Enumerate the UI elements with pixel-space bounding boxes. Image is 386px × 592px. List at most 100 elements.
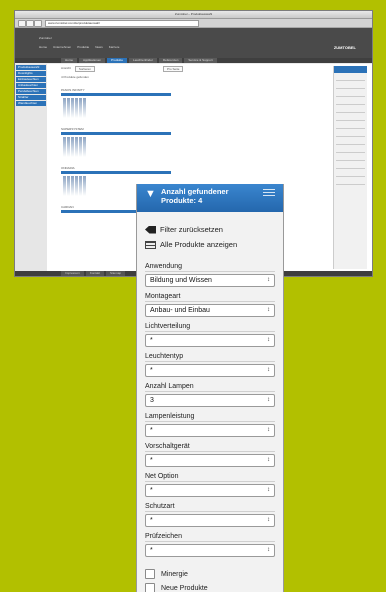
browser-toolbar: www.zumtobel.com/de/produktauswahl	[15, 19, 372, 28]
back-button[interactable]	[18, 20, 26, 27]
left-nav-item[interactable]: Downlights	[16, 71, 46, 76]
small-filter-row[interactable]	[336, 124, 365, 129]
header-nav-item[interactable]: Produkte	[77, 45, 89, 49]
checkbox-box[interactable]	[145, 569, 155, 579]
filter-select-schutzart[interactable]: * ↕	[145, 514, 275, 527]
filter-select-vorschaltgeraet[interactable]: * ↕	[145, 454, 275, 467]
footer-link[interactable]: Sitemap	[106, 271, 126, 276]
per-page-select[interactable]: Pro Seite	[163, 66, 184, 72]
main-nav: Home Applikationen Produkte Leuchtenfind…	[15, 58, 372, 63]
collapse-icon[interactable]	[263, 189, 275, 197]
left-nav-item[interactable]: Strahler	[16, 95, 46, 100]
small-filter-row[interactable]	[336, 132, 365, 137]
left-nav-item[interactable]: Anbauleuchten	[16, 83, 46, 88]
filter-select-lichtverteilung[interactable]: * ↕	[145, 334, 275, 347]
product-bar	[61, 93, 171, 96]
updown-arrow-icon: ↕	[267, 367, 270, 373]
filter-value: Anbau- und Einbau	[150, 307, 210, 314]
updown-arrow-icon: ↕	[267, 307, 270, 313]
header-nav-item[interactable]: Karriere	[109, 45, 120, 49]
list-controls: Ansicht Sortieren Pro Seite	[61, 66, 316, 72]
left-nav-item[interactable]: Produktauswahl	[16, 65, 46, 70]
view-label: Ansicht	[61, 66, 71, 70]
filter-select-lampenleistung[interactable]: * ↕	[145, 424, 275, 437]
filter-leuchtentyp: Leuchtentyp * ↕	[145, 352, 275, 377]
filter-value: *	[150, 457, 153, 464]
small-filter-row[interactable]	[336, 172, 365, 177]
product-name[interactable]: ONDARIA	[61, 166, 316, 170]
address-bar[interactable]: www.zumtobel.com/de/produktauswahl	[45, 20, 199, 27]
filter-value: *	[150, 427, 153, 434]
filter-schutzart: Schutzart * ↕	[145, 502, 275, 527]
left-nav-item[interactable]: Wandleuchten	[16, 101, 46, 106]
small-filter-row[interactable]	[336, 108, 365, 113]
window-title: Zumtobel – Produktauswahl	[174, 12, 213, 16]
filter-select-montageart[interactable]: Anbau- und Einbau ↕	[145, 304, 275, 317]
filter-value: *	[150, 547, 153, 554]
product-item[interactable]: SUPERSYSTEM	[61, 127, 316, 157]
header-nav-item[interactable]: Home	[39, 45, 47, 49]
show-all-products-button[interactable]: Alle Produkte anzeigen	[145, 237, 275, 252]
sort-select[interactable]: Sortieren	[74, 66, 96, 72]
small-filter-row[interactable]	[336, 76, 365, 81]
filter-select-net-option[interactable]: * ↕	[145, 484, 275, 497]
small-filter-row[interactable]	[336, 92, 365, 97]
filter-select-pruefzeichen[interactable]: * ↕	[145, 544, 275, 557]
filter-value: *	[150, 487, 153, 494]
left-nav-item[interactable]: Pendelleuchten	[16, 89, 46, 94]
main-nav-item[interactable]: Referenzen	[158, 58, 183, 63]
product-name[interactable]: SUPERSYSTEM	[61, 127, 316, 131]
main-nav-item-active[interactable]: Produkte	[107, 58, 128, 63]
header-nav-item[interactable]: News	[95, 45, 103, 49]
filter-montageart: Montageart Anbau- und Einbau ↕	[145, 292, 275, 317]
reload-button[interactable]	[34, 20, 42, 27]
product-bar	[61, 171, 171, 174]
filter-pruefzeichen: Prüfzeichen * ↕	[145, 532, 275, 557]
small-filter-row[interactable]	[336, 116, 365, 121]
filter-lampenleistung: Lampenleistung * ↕	[145, 412, 275, 437]
filter-label: Lampenleistung	[145, 412, 275, 422]
list-icon	[145, 240, 156, 249]
small-filter-row[interactable]	[336, 100, 365, 105]
reset-icon	[145, 225, 156, 234]
show-all-label: Alle Produkte anzeigen	[160, 240, 238, 249]
forward-button[interactable]	[26, 20, 34, 27]
brand-logo[interactable]: ZUMTOBEL	[334, 45, 356, 50]
filter-checkboxes: Minergie Neue Produkte	[137, 557, 283, 592]
product-image[interactable]	[63, 98, 316, 118]
checkbox-minergie[interactable]: Minergie	[145, 567, 275, 581]
product-image[interactable]	[63, 137, 316, 157]
small-filter-row[interactable]	[336, 140, 365, 145]
result-hint: 4 Produkte gefunden	[61, 75, 89, 79]
main-nav-item[interactable]: Service & Support	[184, 58, 217, 63]
filter-value: 3	[150, 397, 154, 404]
product-item[interactable]: PANOS INFINITY	[61, 88, 316, 118]
filter-anwendung: Anwendung Bildung und Wissen ↕	[145, 262, 275, 287]
small-filter-row[interactable]	[336, 156, 365, 161]
main-nav-item[interactable]: Home	[61, 58, 78, 63]
updown-arrow-icon: ↕	[267, 397, 270, 403]
filter-select-leuchtentyp[interactable]: * ↕	[145, 364, 275, 377]
main-nav-item[interactable]: Leuchtenfinder	[129, 58, 157, 63]
product-name[interactable]: PANOS INFINITY	[61, 88, 316, 92]
main-nav-item[interactable]: Applikationen	[79, 58, 106, 63]
filter-select-anzahl-lampen[interactable]: 3 ↕	[145, 394, 275, 407]
small-filter-panel	[333, 66, 367, 269]
left-nav-item[interactable]: Einbauleuchten	[16, 77, 46, 82]
footer-link[interactable]: Impressum	[61, 271, 84, 276]
footer-link[interactable]: Kontakt	[85, 271, 105, 276]
small-filter-row[interactable]	[336, 180, 365, 185]
small-filter-row[interactable]	[336, 84, 365, 89]
small-filter-row[interactable]	[336, 148, 365, 153]
filter-value: Bildung und Wissen	[150, 277, 212, 284]
filter-label: Lichtverteilung	[145, 322, 275, 332]
filter-select-anwendung[interactable]: Bildung und Wissen ↕	[145, 274, 275, 287]
browser-titlebar: Zumtobel – Produktauswahl	[15, 11, 372, 25]
checkbox-neue-produkte[interactable]: Neue Produkte	[145, 581, 275, 592]
checkbox-box[interactable]	[145, 583, 155, 592]
reset-filter-button[interactable]: Filter zurücksetzen	[145, 222, 275, 237]
small-filter-row[interactable]	[336, 164, 365, 169]
result-count-title: Anzahl gefundener Produkte: 4	[161, 187, 229, 205]
filter-label: Anzahl Lampen	[145, 382, 275, 392]
header-nav-item[interactable]: Unternehmen	[53, 45, 71, 49]
